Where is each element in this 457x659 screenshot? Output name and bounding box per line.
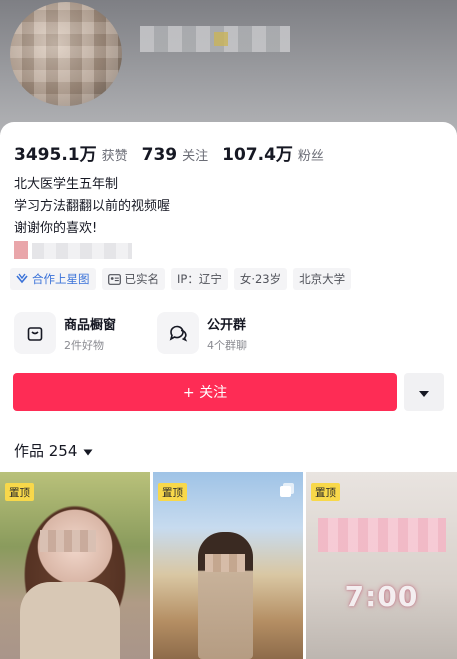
profile-bio: 北大医学生五年制 学习方法翻翻以前的视频喔 谢谢你的喜欢! bbox=[14, 174, 170, 240]
tag-ip-location: IP：辽宁 bbox=[171, 268, 228, 290]
tag-label: 北京大学 bbox=[299, 272, 346, 286]
bio-line: 谢谢你的喜欢! bbox=[14, 221, 98, 236]
pinned-badge: 置顶 bbox=[5, 483, 34, 501]
tag-verified[interactable]: 已实名 bbox=[101, 268, 165, 290]
video-thumbnail[interactable]: 7:00 置顶 bbox=[306, 472, 457, 659]
follow-button-label: + 关注 bbox=[182, 385, 228, 401]
chat-group-icon bbox=[157, 312, 199, 354]
stat-likes-count: 3495.1万 bbox=[14, 145, 97, 165]
tag-school[interactable]: 北京大学 bbox=[293, 268, 352, 290]
shopping-bag-icon bbox=[14, 312, 56, 354]
profile-tags: 合作上星图 已实名 IP：辽宁 女·23岁 北京大学 bbox=[10, 268, 352, 290]
redacted-bio-line bbox=[14, 239, 132, 261]
caret-down-icon bbox=[83, 442, 93, 460]
tag-label: 女·23岁 bbox=[239, 272, 282, 286]
more-options-button[interactable] bbox=[404, 373, 444, 411]
blurred-face bbox=[205, 554, 245, 572]
redacted-overlay bbox=[318, 518, 446, 552]
follow-button[interactable]: + 关注 bbox=[13, 373, 397, 411]
bio-line: 学习方法翻翻以前的视频喔 bbox=[14, 199, 171, 214]
blurred-badge bbox=[214, 32, 228, 46]
video-thumbnail[interactable]: 置顶 bbox=[153, 472, 303, 659]
profile-stats: 3495.1万 获赞 739 关注 107.4万 粉丝 bbox=[14, 140, 324, 165]
shop-window-entry[interactable]: 商品橱窗 2件好物 bbox=[14, 310, 116, 356]
thumbnail-overlay-text: 7:00 bbox=[344, 580, 419, 613]
stat-followers-label: 粉丝 bbox=[297, 149, 324, 164]
stat-followers-count: 107.4万 bbox=[222, 145, 293, 165]
tag-label: IP：辽宁 bbox=[177, 272, 222, 286]
profile-shortcuts: 商品橱窗 2件好物 公开群 4个群聊 bbox=[14, 310, 444, 356]
public-group-entry[interactable]: 公开群 4个群聊 bbox=[157, 310, 247, 356]
pinned-badge: 置顶 bbox=[158, 483, 187, 501]
tab-works[interactable]: 作品 254 bbox=[14, 440, 93, 461]
works-tab-label: 作品 254 bbox=[14, 442, 78, 460]
stat-likes[interactable]: 3495.1万 获赞 bbox=[14, 140, 128, 165]
pinned-badge: 置顶 bbox=[311, 483, 340, 501]
video-thumbnail[interactable]: 置顶 bbox=[0, 472, 150, 659]
id-card-icon bbox=[107, 273, 121, 285]
stat-following-label: 关注 bbox=[182, 149, 209, 164]
stat-likes-label: 获赞 bbox=[101, 149, 128, 164]
stat-following-count: 739 bbox=[141, 145, 178, 165]
works-grid: 置顶 置顶 7:00 置顶 bbox=[0, 472, 457, 659]
image-collection-icon bbox=[279, 482, 295, 498]
caret-down-icon bbox=[418, 383, 430, 402]
tag-label: 已实名 bbox=[124, 272, 160, 286]
shop-window-subtitle: 2件好物 bbox=[64, 338, 104, 352]
tag-xingtu[interactable]: 合作上星图 bbox=[10, 268, 96, 290]
bio-line: 北大医学生五年制 bbox=[14, 177, 119, 192]
public-group-subtitle: 4个群聊 bbox=[207, 338, 247, 352]
shop-window-title: 商品橱窗 bbox=[64, 317, 117, 333]
profile-header-background bbox=[0, 0, 457, 135]
blurred-face bbox=[40, 530, 96, 552]
xingtu-icon bbox=[16, 273, 28, 285]
tag-gender-age: 女·23岁 bbox=[233, 268, 288, 290]
tag-label: 合作上星图 bbox=[32, 272, 90, 286]
public-group-title: 公开群 bbox=[207, 317, 247, 333]
stat-following[interactable]: 739 关注 bbox=[142, 145, 209, 165]
profile-card: 3495.1万 获赞 739 关注 107.4万 粉丝 北大医学生五年制 学习方… bbox=[0, 122, 457, 659]
stat-followers[interactable]: 107.4万 粉丝 bbox=[222, 140, 324, 165]
avatar[interactable] bbox=[10, 2, 122, 106]
